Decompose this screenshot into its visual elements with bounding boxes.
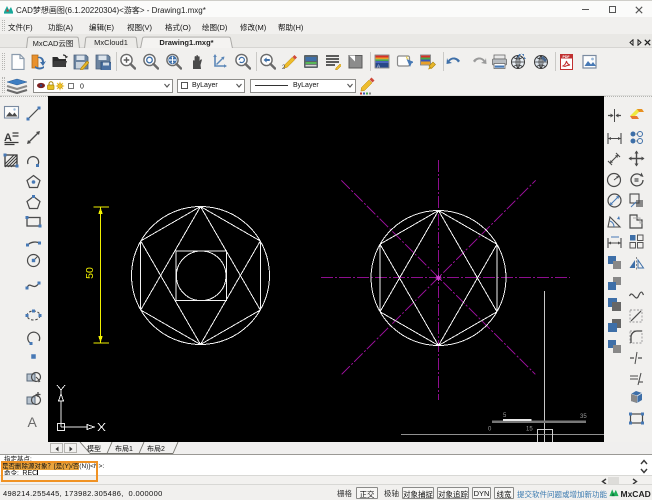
svg-text:35: 35 bbox=[580, 414, 587, 420]
svg-text:A: A bbox=[28, 414, 38, 430]
svg-text:A: A bbox=[377, 63, 380, 68]
svg-text:PDF: PDF bbox=[563, 55, 571, 59]
svg-text:15: 15 bbox=[526, 427, 533, 433]
svg-text:0: 0 bbox=[80, 84, 84, 91]
svg-text:50: 50 bbox=[84, 267, 96, 279]
